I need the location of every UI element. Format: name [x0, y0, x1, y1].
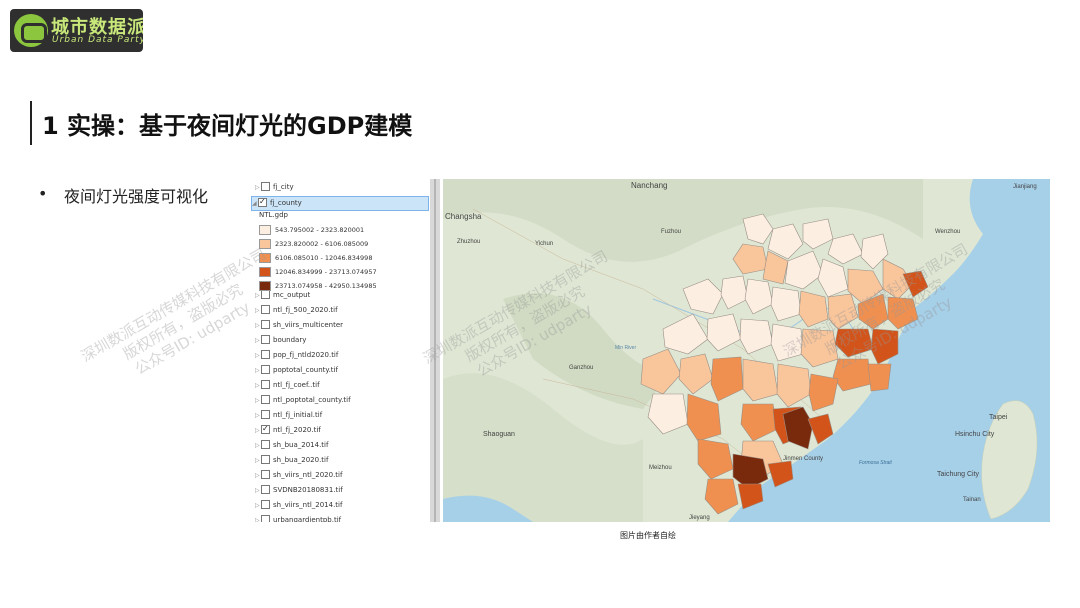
- table-of-contents-panel: ▷fj_city◢fj_county▷mc_output▷ntl_fj_500_…: [245, 179, 430, 522]
- layer-visibility-checkbox[interactable]: [261, 319, 270, 329]
- legend-range-label: 6106.085010 - 12046.834998: [275, 254, 373, 262]
- layer-name: boundary: [273, 336, 307, 344]
- legend-range-label: 12046.834999 - 23713.074957: [275, 268, 377, 276]
- map-label-taipei: Taipei: [989, 414, 1008, 421]
- map-label-jieyang: Jieyang: [689, 515, 710, 521]
- legend-class: 543.795002 - 2323.820001: [259, 225, 364, 236]
- layer-visibility-checkbox[interactable]: [261, 439, 270, 449]
- map-label-fuzhou: Fuzhou: [661, 229, 681, 235]
- legend-range-label: 2323.820002 - 6106.085009: [275, 240, 369, 248]
- map-label-taichung: Taichung City: [937, 471, 980, 478]
- layer-name: fj_city: [273, 183, 294, 191]
- map-label-ganzhou: Ganzhou: [569, 365, 593, 371]
- map-label-changsha: Changsha: [445, 212, 482, 221]
- layer-name: ntl_fj_500_2020.tif: [273, 306, 338, 314]
- slide-title: 1 实操：基于夜间灯光的GDP建模: [42, 112, 413, 140]
- map-label-jianjiang: Jianjiang: [1013, 184, 1037, 190]
- toc-layer-row[interactable]: ▷ sh_viirs_multicenter: [255, 319, 343, 332]
- layer-name: sh_viirs_multicenter: [273, 321, 344, 329]
- layer-visibility-checkbox[interactable]: [261, 181, 270, 191]
- layer-name: ntl_poptotal_county.tif: [273, 396, 351, 404]
- bullet-text: 夜间灯光强度可视化: [64, 187, 209, 206]
- layer-visibility-checkbox[interactable]: [261, 499, 270, 509]
- layer-visibility-checkbox[interactable]: [261, 514, 270, 522]
- layer-name: pop_fj_ntld2020.tif: [273, 351, 339, 359]
- map-label-wenzhou: Wenzhou: [935, 229, 960, 235]
- layer-name: fj_county: [270, 199, 302, 207]
- toc-layer-row[interactable]: ▷ sh_bua_2020.tif: [255, 454, 328, 467]
- legend-class: 2323.820002 - 6106.085009: [259, 239, 368, 250]
- map-label-yichun: Yichun: [535, 241, 553, 247]
- toc-layer-row[interactable]: ▷ ntl_poptotal_county.tif: [255, 394, 351, 407]
- map-label-zhuzhou: Zhuzhou: [457, 239, 480, 245]
- toc-layer-row[interactable]: ▷ntl_fj_2020.tif: [255, 422, 321, 437]
- figure-caption: 图片由作者自绘: [620, 531, 676, 540]
- layer-name: sh_viirs_ntl_2014.tif: [273, 501, 343, 509]
- gis-screenshot: ▷fj_city◢fj_county▷mc_output▷ntl_fj_500_…: [245, 179, 1050, 522]
- layer-name: SVDNB20180831.tif: [273, 486, 343, 494]
- brand-logo: 城市数据派 Urban Data Party: [10, 9, 143, 52]
- layer-visibility-checkbox[interactable]: [261, 469, 270, 479]
- toc-layer-row[interactable]: ▷ ntl_fj_initial.tif: [255, 409, 322, 422]
- map-label-nanchang: Nanchang: [631, 181, 667, 190]
- toc-layer-row[interactable]: ◢fj_county: [251, 195, 429, 211]
- layer-visibility-checkbox[interactable]: [261, 409, 270, 419]
- logo-subtitle: Urban Data Party: [52, 35, 143, 45]
- layer-name: sh_bua_2020.tif: [273, 456, 329, 464]
- layer-visibility-checkbox[interactable]: [261, 349, 270, 359]
- toc-layer-row[interactable]: ▷ ntl_fj_coef..tif: [255, 379, 320, 392]
- map-label-min-river: Min River: [615, 345, 636, 351]
- layer-visibility-checkbox[interactable]: [261, 454, 270, 464]
- toc-layer-row[interactable]: ▷ fj_city: [255, 181, 294, 194]
- logo-mark-icon: [14, 14, 48, 47]
- layer-name: ntl_fj_coef..tif: [273, 381, 320, 389]
- county-29: [867, 363, 892, 392]
- map-label-meizhou: Meizhou: [649, 465, 672, 471]
- map-label-hsinchu: Hsinchu City: [955, 431, 995, 438]
- legend-range-label: 543.795002 - 2323.820001: [275, 226, 365, 234]
- map-label-jinmen: Jinmen County: [783, 456, 823, 462]
- layer-visibility-checkbox[interactable]: [261, 484, 270, 494]
- toc-layer-row[interactable]: ▷ poptotal_county.tif: [255, 364, 338, 377]
- legend-title: NTL.gdp: [259, 211, 288, 219]
- toc-layer-row[interactable]: ▷ pop_fj_ntld2020.tif: [255, 349, 338, 362]
- layer-visibility-checkbox[interactable]: [261, 394, 270, 404]
- title-accent-bar: [30, 101, 32, 145]
- map-label-tainan: Tainan: [963, 497, 981, 503]
- toc-layer-row[interactable]: ▷ boundary: [255, 334, 306, 347]
- toc-layer-row[interactable]: ▷ sh_viirs_ntl_2020.tif: [255, 469, 342, 482]
- layer-name: ntl_fj_2020.tif: [273, 426, 321, 434]
- toc-layer-row[interactable]: ▷ sh_bua_2014.tif: [255, 439, 328, 452]
- layer-visibility-checkbox[interactable]: [261, 334, 270, 344]
- layer-visibility-checkbox[interactable]: [258, 195, 267, 208]
- county-33: [742, 358, 779, 402]
- layer-visibility-checkbox[interactable]: [261, 364, 270, 374]
- legend-swatch: [259, 225, 271, 235]
- toc-layer-row[interactable]: ▷ sh_viirs_ntl_2014.tif: [255, 499, 342, 512]
- legend-range-label: 23713.074958 - 42950.134985: [275, 282, 377, 290]
- map-label-shaoguan: Shaoguan: [483, 431, 515, 438]
- layer-name: sh_viirs_ntl_2020.tif: [273, 471, 343, 479]
- map-label-formosa-strait: Formosa Strait: [859, 460, 892, 466]
- layer-name: urbangardientpb.tif: [273, 516, 342, 522]
- layer-name: ntl_fj_initial.tif: [273, 411, 323, 419]
- toc-layer-row[interactable]: ▷ urbangardientpb.tif: [255, 514, 341, 522]
- legend-class: 6106.085010 - 12046.834998: [259, 253, 372, 264]
- layer-visibility-checkbox[interactable]: [261, 422, 270, 435]
- bullet-dot-icon: •: [38, 184, 48, 203]
- toc-layer-row[interactable]: ▷ SVDNB20180831.tif: [255, 484, 343, 497]
- layer-name: poptotal_county.tif: [273, 366, 338, 374]
- layer-visibility-checkbox[interactable]: [261, 379, 270, 389]
- layer-name: sh_bua_2014.tif: [273, 441, 329, 449]
